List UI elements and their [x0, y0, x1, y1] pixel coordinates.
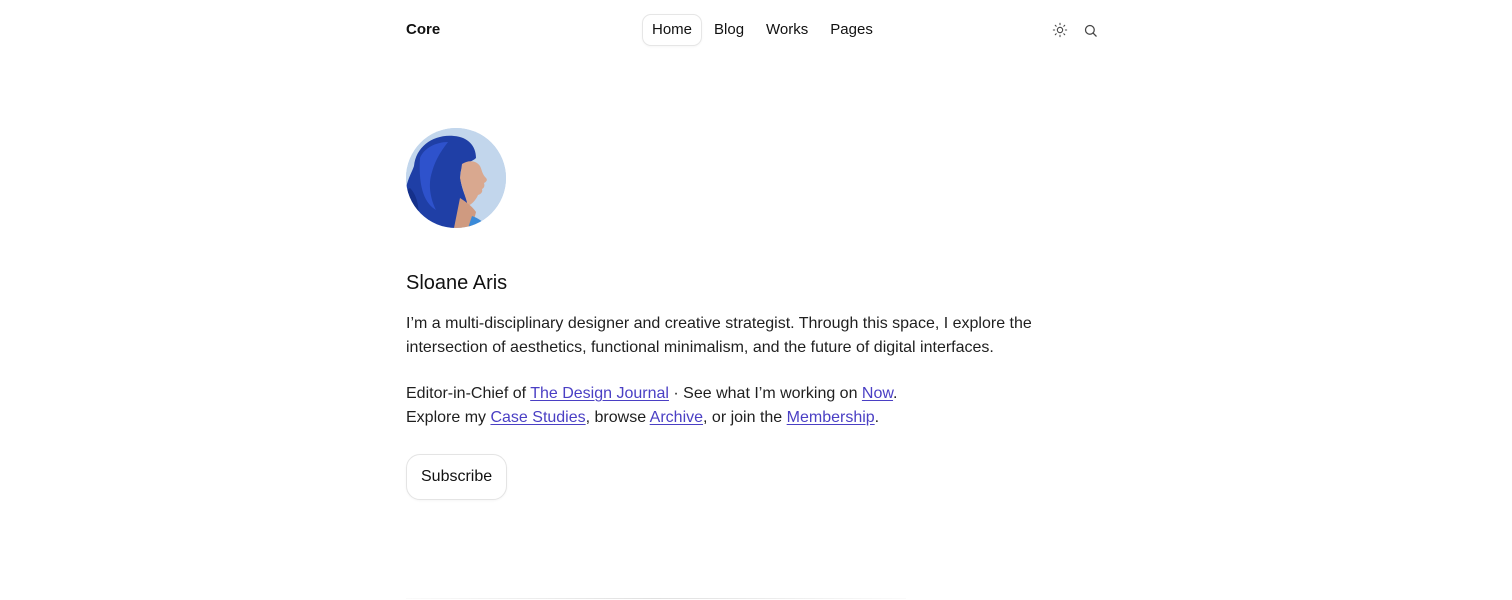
profile-links: Editor-in-Chief of The Design Journal · …: [406, 382, 1106, 430]
nav-item-pages[interactable]: Pages: [820, 14, 883, 46]
now-link[interactable]: Now: [862, 385, 893, 402]
nav-item-blog[interactable]: Blog: [704, 14, 754, 46]
links-text: · See what I’m working on: [668, 385, 862, 402]
archive-link[interactable]: Archive: [650, 409, 703, 426]
links-text: Explore my: [406, 409, 491, 426]
theme-toggle-button[interactable]: [1050, 20, 1070, 40]
avatar-portrait-image: [406, 128, 506, 228]
links-line-1: Editor-in-Chief of The Design Journal · …: [406, 382, 1106, 406]
nav-item-home[interactable]: Home: [642, 14, 703, 46]
links-text: .: [893, 385, 898, 402]
links-line-2: Explore my Case Studies, browse Archive,…: [406, 406, 1106, 430]
search-button[interactable]: [1080, 20, 1100, 40]
case-studies-link[interactable]: Case Studies: [490, 409, 585, 426]
links-text: , or join the: [703, 409, 787, 426]
section-divider: [406, 598, 906, 599]
site-header: Core Home Blog Works Pages: [406, 14, 1100, 46]
nav-item-works[interactable]: Works: [756, 14, 818, 46]
membership-link[interactable]: Membership: [787, 409, 875, 426]
header-actions: [1050, 20, 1100, 40]
links-text: , browse: [585, 409, 650, 426]
search-icon: [1084, 24, 1097, 37]
links-text: Editor-in-Chief of: [406, 385, 531, 402]
site-logo[interactable]: Core: [406, 14, 440, 46]
main-nav: Home Blog Works Pages: [642, 14, 883, 46]
avatar: [406, 128, 506, 228]
profile-bio: I’m a multi-disciplinary designer and cr…: [406, 315, 1032, 356]
sun-icon: [1052, 22, 1068, 38]
design-journal-link[interactable]: The Design Journal: [530, 385, 669, 402]
profile-name: Sloane Aris: [406, 272, 508, 294]
links-text: .: [874, 409, 880, 426]
subscribe-button[interactable]: Subscribe: [406, 454, 508, 500]
